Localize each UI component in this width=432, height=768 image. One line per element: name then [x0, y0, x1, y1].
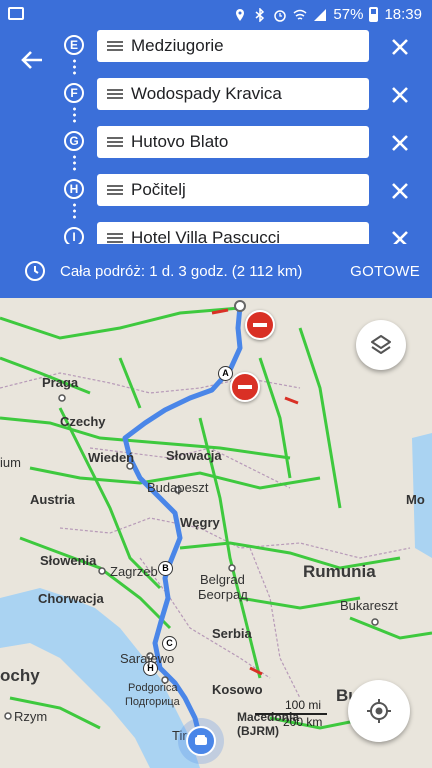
map-label-belgrad-cyr: Београд	[198, 587, 248, 602]
drag-handle-icon[interactable]	[107, 185, 123, 195]
location-icon	[236, 8, 245, 21]
stop-connector-dots	[73, 106, 76, 123]
map-label-zagrzeb: Zagrzeb	[110, 564, 158, 579]
map-label-praga: Praga	[42, 375, 79, 390]
waypoint-marker-c[interactable]: C	[162, 636, 177, 651]
stop-name: Wodospady Kravica	[131, 84, 282, 103]
map-view[interactable]: A B C H Praga Czechy Wiedeń Słowacja ium…	[0, 298, 432, 768]
wifi-icon	[293, 9, 307, 20]
drag-handle-icon[interactable]	[107, 41, 123, 51]
battery-percent: 57%	[333, 6, 364, 23]
map-label-belgrad: Belgrad	[200, 572, 245, 587]
layers-icon	[371, 335, 391, 354]
stop-connector-dots	[73, 202, 76, 219]
stop-field[interactable]: Wodospady Kravica	[97, 78, 369, 110]
map-scale: 100 mi 200 km	[255, 698, 330, 729]
map-label-podgorica-cyr: Подгорица	[125, 696, 180, 708]
image-notification-icon	[8, 7, 24, 20]
remove-stop-close-icon[interactable]	[388, 83, 412, 107]
crosshair-icon	[367, 699, 391, 723]
stop-name: Hutovo Blato	[131, 132, 229, 151]
stop-row-g: G Hutovo Blato	[0, 126, 432, 174]
map-label-budapeszt: Budapeszt	[147, 480, 209, 495]
trip-summary-bar: Cała podróż: 1 d. 3 godz. (2 112 km) GOT…	[0, 244, 432, 298]
remove-stop-close-icon[interactable]	[388, 131, 412, 155]
current-location-icon	[186, 726, 216, 756]
status-time: 18:39	[384, 6, 422, 23]
map-label-kosowo: Kosowo	[212, 682, 263, 697]
stop-field[interactable]: Hutovo Blato	[97, 126, 369, 158]
map-label-slowacja: Słowacja	[166, 448, 222, 463]
stop-name: Hotel Villa Pascucci	[131, 228, 280, 244]
stop-row-e: E Medziugorie	[0, 30, 432, 78]
remove-stop-close-icon[interactable]	[388, 179, 412, 203]
scale-km: 200 km	[283, 715, 323, 729]
map-label-podgorica: Podgorica	[128, 682, 178, 694]
stop-field[interactable]: Medziugorie	[97, 30, 369, 62]
my-location-button[interactable]	[348, 680, 410, 742]
stop-letter-badge: I	[64, 227, 84, 244]
map-label-austria: Austria	[30, 492, 75, 507]
stop-connector-dots	[73, 58, 76, 75]
road-closed-icon[interactable]	[230, 372, 260, 402]
map-label-slowenia: Słowenia	[40, 553, 97, 568]
map-label-ium: ium	[0, 455, 21, 470]
remove-stop-close-icon[interactable]	[388, 227, 412, 244]
stop-name: Počitelj	[131, 180, 186, 199]
map-label-wieden: Wiedeń	[88, 450, 135, 465]
status-bar: 57% 18:39	[0, 0, 432, 30]
drag-handle-icon[interactable]	[107, 233, 123, 243]
map-label-mol: Mo	[406, 492, 425, 507]
done-button[interactable]: GOTOWE	[350, 263, 420, 280]
stop-letter-badge: H	[64, 179, 84, 199]
stop-row-h: H Počitelj	[0, 174, 432, 222]
waypoint-marker-b[interactable]: B	[158, 561, 173, 576]
layers-button[interactable]	[356, 320, 406, 370]
map-label-czechy: Czechy	[60, 414, 106, 429]
alarm-icon	[274, 9, 287, 22]
drag-handle-icon[interactable]	[107, 89, 123, 99]
battery-icon	[369, 7, 379, 22]
waypoint-marker-a[interactable]: A	[218, 366, 233, 381]
signal-icon	[314, 8, 327, 21]
stop-letter-badge: E	[64, 35, 84, 55]
remove-stop-close-icon[interactable]	[388, 35, 412, 59]
stop-letter-badge: G	[64, 131, 84, 151]
trip-duration-distance: Cała podróż: 1 d. 3 godz. (2 112 km)	[60, 262, 303, 280]
route-start-point	[234, 300, 246, 312]
stop-field[interactable]: Počitelj	[97, 174, 369, 206]
stop-row-f: F Wodospady Kravica	[0, 78, 432, 126]
map-label-rumunia: Rumunia	[303, 562, 376, 581]
stop-letter-badge: F	[64, 83, 84, 103]
bluetooth-icon	[255, 7, 265, 22]
clock-icon	[25, 261, 45, 281]
route-editor-header: E Medziugorie F Wodospady Kravica G Huto…	[0, 30, 432, 244]
stop-field[interactable]: Hotel Villa Pascucci	[97, 222, 369, 244]
drag-handle-icon[interactable]	[107, 137, 123, 147]
scale-miles: 100 mi	[285, 698, 322, 712]
stop-name: Medziugorie	[131, 36, 224, 55]
map-label-bukareszt: Bukareszt	[340, 598, 398, 613]
road-closed-icon[interactable]	[245, 310, 275, 340]
map-label-rzym: Rzym	[14, 709, 48, 724]
map-label-sarajewo: Sarajewo	[120, 651, 175, 666]
map-label-wlochy: ochy	[0, 666, 40, 685]
map-label-serbia: Serbia	[212, 626, 252, 641]
map-label-wegry: Węgry	[180, 515, 220, 530]
stop-connector-dots	[73, 154, 76, 171]
stop-row-i: I Hotel Villa Pascucci	[0, 222, 432, 244]
map-label-chorwacja: Chorwacja	[38, 591, 104, 606]
